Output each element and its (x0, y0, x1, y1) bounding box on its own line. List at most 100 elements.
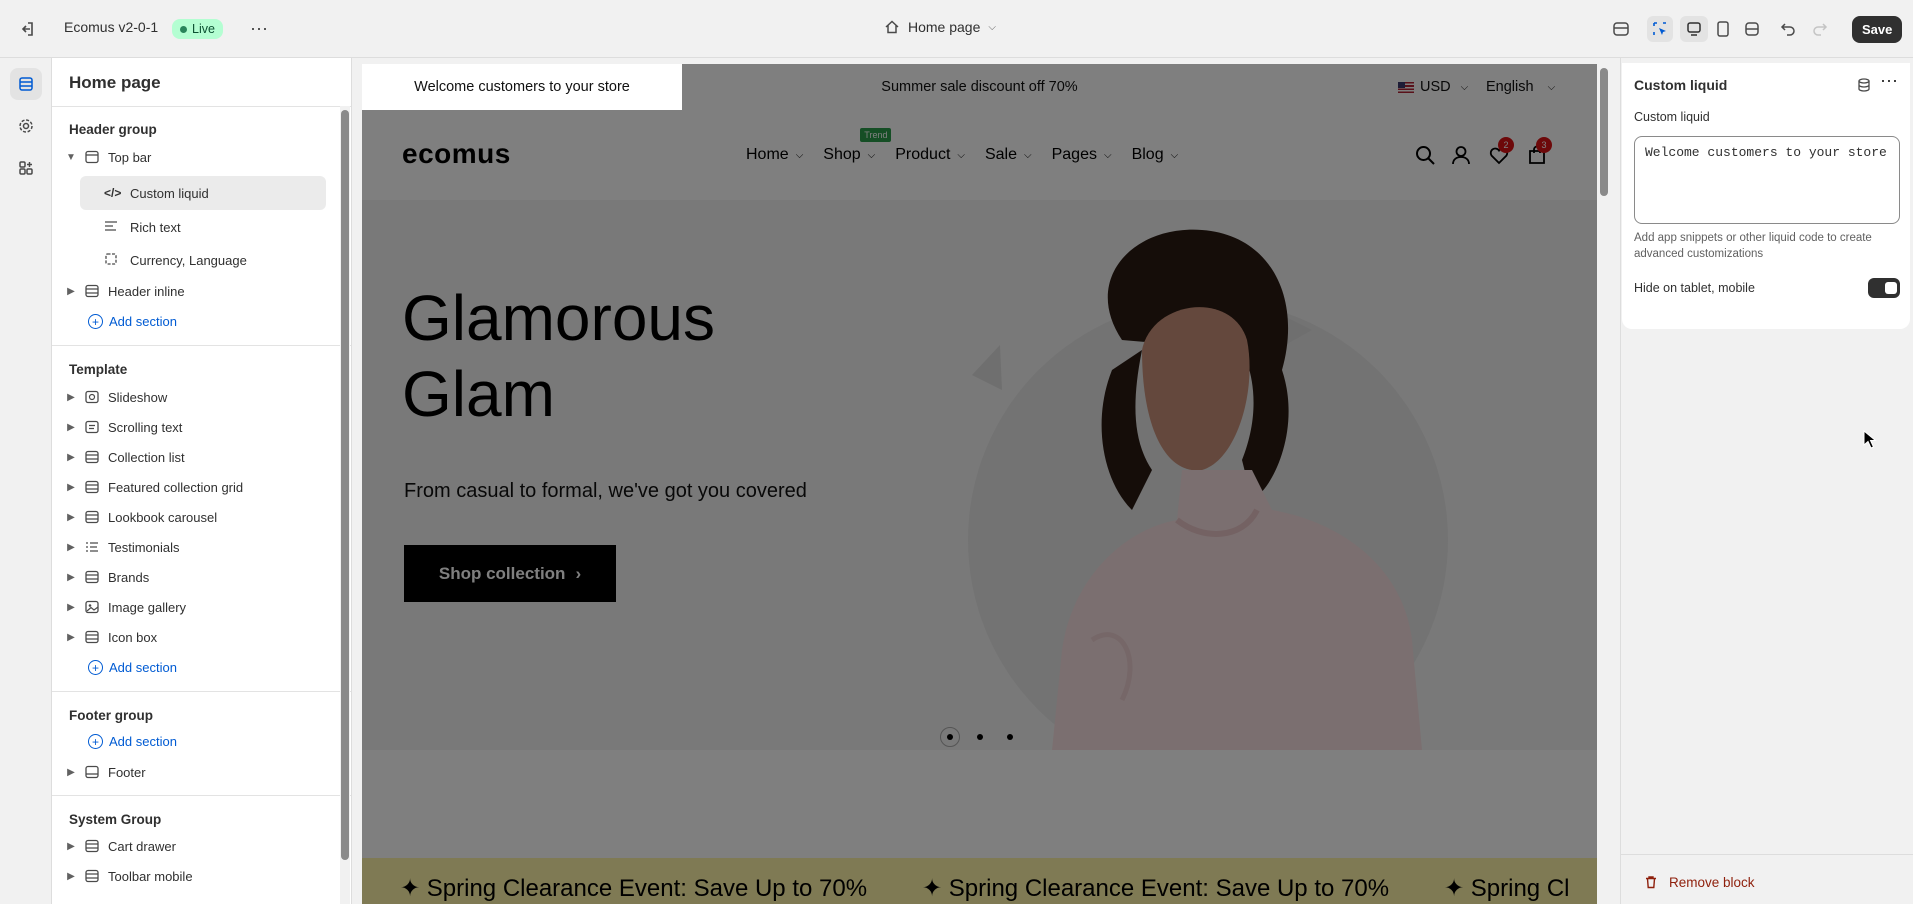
section-icon (82, 868, 102, 884)
shop-collection-button[interactable]: Shop collection › (404, 545, 616, 602)
section-footer[interactable]: ▶ Footer (60, 757, 343, 787)
custom-liquid-textarea[interactable]: Welcome customers to your store (1634, 136, 1900, 224)
section-label: Testimonials (108, 539, 180, 555)
section-label: Lookbook carousel (108, 509, 218, 525)
section-toolbar-mobile[interactable]: ▶ Toolbar mobile (60, 861, 343, 891)
text-section-icon (82, 419, 102, 435)
chevron-right-icon[interactable]: ▶ (60, 542, 82, 553)
fullscreen-icon[interactable] (1742, 19, 1762, 39)
chevron-right-icon[interactable]: ▶ (60, 602, 82, 613)
chevron-right-icon[interactable]: ▶ (60, 392, 82, 403)
field-label: Custom liquid (1634, 110, 1710, 124)
section-label: Scrolling text (108, 419, 183, 435)
more-menu-icon[interactable]: ⋯ (250, 19, 269, 40)
system-group-title: System Group (69, 812, 162, 827)
account-icon[interactable] (1450, 144, 1474, 168)
section-testimonials[interactable]: ▶ Testimonials (60, 532, 343, 562)
slide-dot-active[interactable] (940, 727, 960, 747)
marquee-item: ✦ Spring Cl (1444, 875, 1570, 902)
section-slideshow[interactable]: ▶ Slideshow (60, 382, 343, 412)
nav-product[interactable]: Product ⌵ (895, 146, 965, 164)
desktop-view-icon[interactable] (1680, 16, 1708, 42)
editor-top-bar: Ecomus v2-0-1 Live ⋯ Home page ⌵ Save (0, 0, 1913, 58)
add-section-label: Add section (109, 314, 177, 329)
chevron-right-icon[interactable]: ▶ (60, 482, 82, 493)
add-section-button[interactable]: + Add section (88, 734, 177, 749)
hero-slideshow: Glamorous Glam From casual to formal, we… (362, 200, 1597, 750)
chevron-right-icon[interactable]: ▶ (60, 422, 82, 433)
divider (52, 106, 351, 107)
hero-title-line: Glam (402, 358, 555, 430)
nav-pages[interactable]: Pages ⌵ (1052, 146, 1112, 164)
page-selector[interactable]: Home page ⌵ (884, 19, 996, 35)
wishlist-icon[interactable]: 2 (1488, 137, 1514, 168)
remove-block-button[interactable]: Remove block (1643, 874, 1755, 890)
block-currency-language[interactable]: Currency, Language (80, 243, 326, 277)
chevron-right-icon[interactable]: ▶ (60, 572, 82, 583)
inspector-icon[interactable] (1612, 20, 1630, 38)
store-logo[interactable]: ecomus (402, 138, 511, 170)
scrollbar-thumb[interactable] (341, 110, 349, 860)
slide-dot[interactable] (970, 727, 990, 747)
mobile-view-icon[interactable] (1713, 19, 1733, 39)
section-label: Collection list (108, 449, 185, 465)
chevron-down-icon: ⌵ (1170, 149, 1179, 161)
quote-list-icon (82, 539, 102, 555)
add-section-label: Add section (109, 734, 177, 749)
section-icon (82, 569, 102, 585)
chevron-right-icon[interactable]: ▶ (60, 632, 82, 643)
preview-scrollbar[interactable] (1598, 64, 1610, 904)
section-header-inline[interactable]: ▶ Header inline (60, 276, 343, 306)
chevron-right-icon[interactable]: ▶ (60, 871, 82, 882)
save-button[interactable]: Save (1852, 16, 1903, 43)
section-collection-list[interactable]: ▶ Collection list (60, 442, 343, 472)
block-rich-text[interactable]: Rich text (80, 210, 326, 244)
apps-icon[interactable] (10, 152, 42, 184)
frame-icon (104, 252, 124, 269)
section-label: Toolbar mobile (108, 868, 193, 884)
search-icon[interactable] (1414, 144, 1438, 168)
cart-count: 3 (1536, 137, 1552, 153)
cart-icon[interactable]: 3 (1526, 137, 1552, 168)
store-page: Welcome customers to your store Summer s… (362, 64, 1597, 904)
currency-selector[interactable]: USD ⌵ (1398, 79, 1468, 95)
hide-on-mobile-toggle[interactable] (1868, 278, 1900, 298)
section-brands[interactable]: ▶ Brands (60, 562, 343, 592)
scrollbar-thumb[interactable] (1600, 68, 1608, 196)
nav-sale[interactable]: Sale ⌵ (985, 146, 1032, 164)
settings-gear-icon[interactable] (10, 110, 42, 142)
section-lookbook-carousel[interactable]: ▶ Lookbook carousel (60, 502, 343, 532)
add-section-button[interactable]: + Add section (88, 660, 177, 675)
undo-icon[interactable] (1778, 19, 1798, 39)
section-top-bar[interactable]: ▼ Top bar (60, 142, 343, 172)
nav-shop[interactable]: Shop ⌵ Trend (823, 128, 892, 164)
block-custom-liquid[interactable]: </> Custom liquid (80, 176, 326, 210)
nav-blog[interactable]: Blog ⌵ (1132, 146, 1179, 164)
slide-dot[interactable] (1000, 727, 1020, 747)
section-cart-drawer[interactable]: ▶ Cart drawer (60, 831, 343, 861)
select-element-icon[interactable] (1647, 16, 1673, 42)
language-selector[interactable]: English ⌵ (1486, 79, 1555, 95)
chevron-down-icon[interactable]: ▼ (60, 152, 82, 163)
section-scrolling-text[interactable]: ▶ Scrolling text (60, 412, 343, 442)
exit-icon[interactable] (17, 19, 37, 39)
sidebar-scrollbar[interactable] (340, 106, 350, 904)
trash-icon (1646, 876, 1656, 889)
nav-home[interactable]: Home ⌵ (746, 146, 803, 164)
chevron-right-icon[interactable]: ▶ (60, 512, 82, 523)
chevron-down-icon: ⌵ (867, 149, 876, 161)
section-featured-collection-grid[interactable]: ▶ Featured collection grid (60, 472, 343, 502)
chevron-right-icon[interactable]: ▶ (60, 286, 82, 297)
more-options-icon[interactable]: ⋯ (1880, 71, 1899, 92)
chevron-right-icon[interactable]: ▶ (60, 452, 82, 463)
sections-icon[interactable] (10, 68, 42, 100)
nav-label: Blog (1131, 146, 1164, 163)
section-icon-box[interactable]: ▶ Icon box (60, 622, 343, 652)
section-image-gallery[interactable]: ▶ Image gallery (60, 592, 343, 622)
chevron-right-icon[interactable]: ▶ (60, 841, 82, 852)
chevron-right-icon[interactable]: ▶ (60, 767, 82, 778)
database-icon[interactable] (1856, 77, 1872, 93)
add-section-button[interactable]: + Add section (88, 314, 177, 329)
divider (52, 345, 351, 346)
redo-icon[interactable] (1810, 19, 1830, 39)
